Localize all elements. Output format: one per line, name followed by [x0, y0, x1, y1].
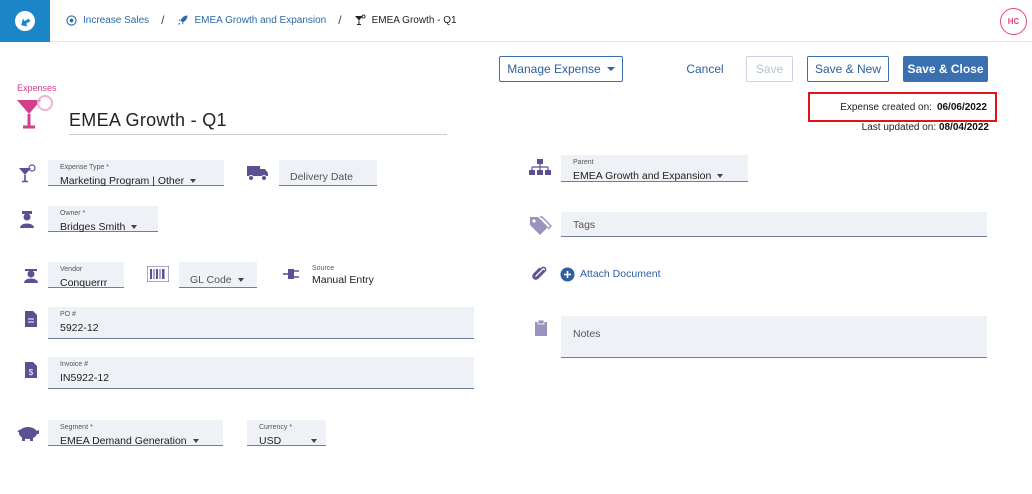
tags-icon [530, 216, 552, 235]
invoice-icon: $ [25, 362, 37, 378]
plus-circle-icon [560, 267, 575, 282]
vendor-icon [24, 269, 38, 283]
paperclip-icon [532, 266, 547, 280]
manage-expense-label: Manage Expense [507, 62, 601, 76]
svg-text:$: $ [29, 368, 34, 377]
chevron-down-icon [717, 174, 724, 178]
save-and-new-button[interactable]: Save & New [807, 56, 889, 82]
chevron-down-icon [237, 278, 244, 282]
segment-value-wrap: EMEA Demand Generation [60, 435, 199, 447]
gl-code-placeholder-wrap: GL Code [190, 274, 244, 286]
expense-type-label: Expense Type * [60, 164, 109, 171]
currency-label: Currency * [259, 424, 293, 431]
chevron-down-icon [606, 67, 615, 71]
parent-label: Parent [573, 159, 594, 166]
invoice-value: IN5922-12 [60, 372, 110, 384]
hierarchy-icon [529, 159, 551, 175]
chevron-down-icon [311, 439, 317, 443]
plug-icon [283, 269, 299, 279]
created-value: 06/06/2022 [936, 101, 987, 113]
user-avatar[interactable]: HC [1000, 8, 1027, 35]
piggy-bank-icon [17, 427, 39, 441]
tags-placeholder: Tags [573, 219, 596, 231]
segment-label: Segment * [60, 424, 93, 431]
record-title[interactable]: EMEA Growth - Q1 [69, 110, 447, 135]
breadcrumb-separator: / [338, 13, 342, 27]
vendor-field[interactable]: Vendor Conquerrr [48, 262, 124, 289]
po-number-field[interactable]: PO # 5922-12 [48, 307, 474, 339]
gl-code-placeholder: GL Code [190, 274, 232, 286]
vendor-label: Vendor [60, 266, 83, 273]
delivery-date-field[interactable]: Delivery Date [279, 160, 377, 186]
segment-value: EMEA Demand Generation [60, 435, 187, 447]
updated-value: 08/04/2022 [938, 122, 989, 133]
breadcrumb-label: Increase Sales [83, 14, 150, 26]
expense-cocktail-icon [17, 95, 53, 129]
vendor-value: Conquerrr [60, 277, 108, 289]
parent-value: EMEA Growth and Expansion [573, 170, 712, 182]
invoice-label: Invoice # [60, 361, 89, 368]
truck-icon [247, 166, 268, 181]
notes-placeholder: Notes [573, 328, 601, 340]
cocktail-icon [19, 164, 36, 183]
clipboard-icon [535, 319, 547, 336]
invoice-number-field[interactable]: Invoice # IN5922-12 [48, 357, 474, 389]
record-type-label: Expenses [17, 83, 57, 93]
cocktail-icon [354, 14, 366, 25]
notes-field[interactable]: Notes [561, 316, 987, 358]
app-logo[interactable] [0, 0, 50, 42]
parent-select[interactable]: Parent EMEA Growth and Expansion [561, 155, 748, 182]
breadcrumb-label: EMEA Growth - Q1 [371, 14, 457, 26]
updated-label: Last updated on: [861, 122, 937, 133]
breadcrumb: Increase Sales / EMEA Growth and Expansi… [66, 13, 457, 27]
last-updated-date: Last updated on: 08/04/2022 [816, 122, 989, 133]
document-icon [25, 311, 37, 327]
top-bar: Increase Sales / EMEA Growth and Expansi… [0, 0, 1032, 42]
breadcrumb-separator: / [161, 13, 165, 27]
parent-value-wrap: EMEA Growth and Expansion [573, 170, 724, 182]
po-label: PO # [60, 311, 76, 318]
po-value: 5922-12 [60, 322, 99, 334]
cancel-button[interactable]: Cancel [676, 56, 734, 82]
breadcrumb-label: EMEA Growth and Expansion [194, 14, 327, 26]
manage-expense-dropdown[interactable]: Manage Expense [499, 56, 623, 82]
chevron-down-icon [131, 225, 138, 229]
expense-created-date: Expense created on: 06/06/2022 [808, 92, 997, 122]
segment-select[interactable]: Segment * EMEA Demand Generation [48, 420, 223, 447]
expense-type-value-wrap: Marketing Program | Other [60, 175, 197, 187]
chevron-down-icon [190, 179, 197, 183]
breadcrumb-item-current: EMEA Growth - Q1 [354, 14, 457, 26]
logo-icon [15, 11, 35, 31]
chevron-down-icon [192, 439, 199, 443]
breadcrumb-item-emea-growth-expansion[interactable]: EMEA Growth and Expansion [177, 14, 327, 26]
attach-document-label: Attach Document [580, 268, 661, 280]
owner-select[interactable]: Owner * Bridges Smith [48, 206, 158, 233]
currency-value: USD [259, 435, 282, 447]
delivery-date-placeholder: Delivery Date [290, 171, 354, 183]
created-label: Expense created on: [840, 101, 932, 113]
expense-type-value: Marketing Program | Other [60, 175, 185, 187]
owner-label: Owner * [60, 210, 86, 217]
save-and-close-button[interactable]: Save & Close [903, 56, 988, 82]
gl-code-select[interactable]: GL Code [179, 262, 257, 288]
person-icon [20, 211, 34, 228]
source-value: Manual Entry [312, 274, 374, 286]
owner-value-wrap: Bridges Smith [60, 221, 138, 233]
breadcrumb-item-increase-sales[interactable]: Increase Sales [66, 15, 149, 26]
rocket-icon [177, 15, 187, 25]
tags-field[interactable]: Tags [561, 212, 987, 237]
currency-select[interactable]: Currency * USD [247, 420, 326, 447]
expense-type-select[interactable]: Expense Type * Marketing Program | Other [48, 160, 224, 187]
barcode-icon [147, 266, 169, 282]
owner-value: Bridges Smith [60, 221, 126, 233]
target-icon [66, 14, 77, 26]
currency-value-wrap: USD [259, 435, 317, 447]
source-label: Source [312, 265, 335, 272]
save-button[interactable]: Save [746, 56, 793, 82]
